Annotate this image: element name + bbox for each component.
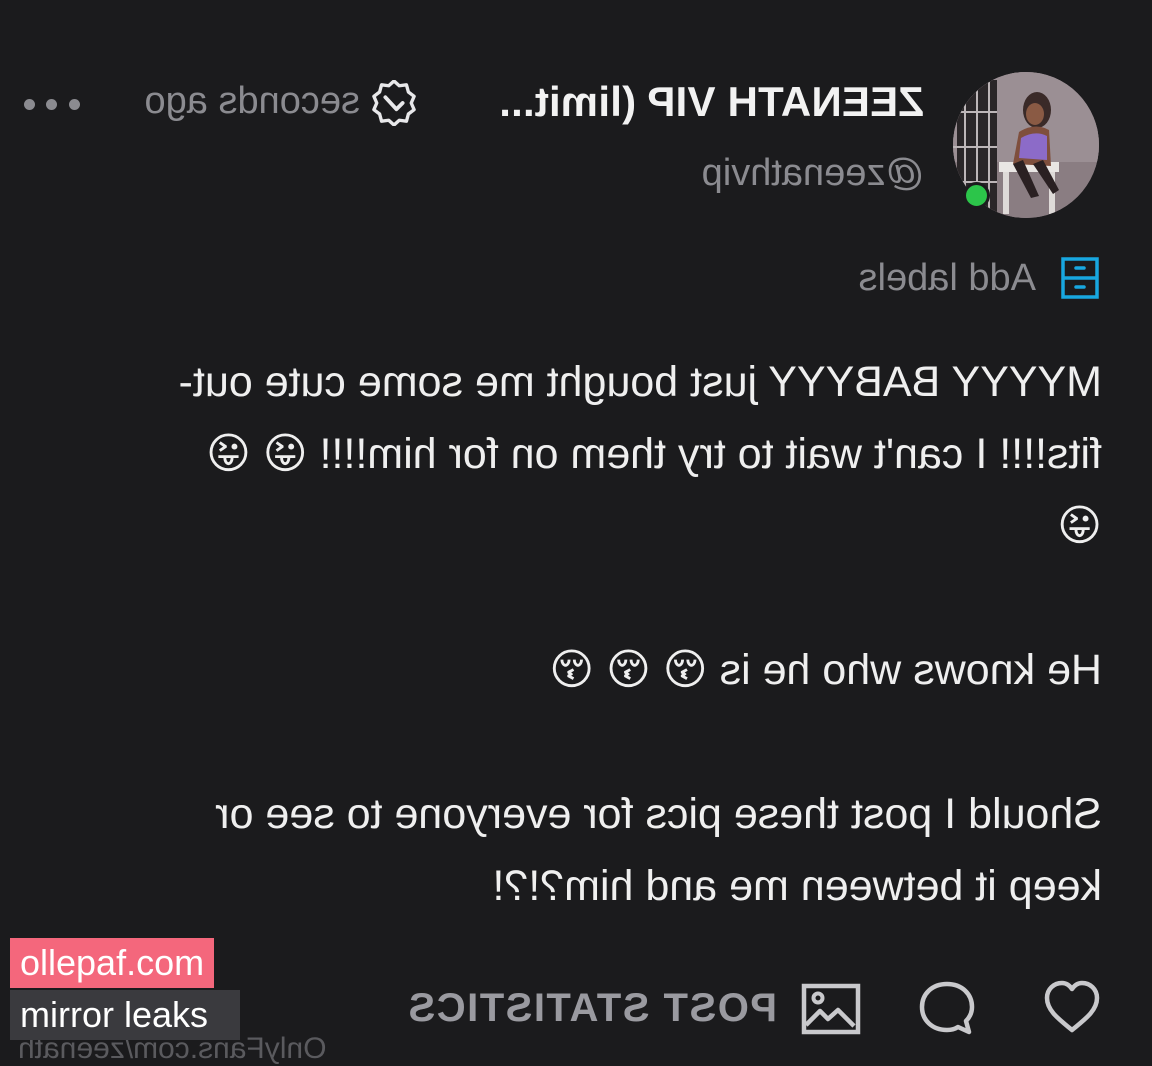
watermark-site: ollepaf.com (10, 938, 215, 988)
post-paragraph: MYYYY BABYYY just bought me some cute ou… (178, 358, 1102, 550)
author-username[interactable]: @zeenathvip (702, 152, 924, 195)
post-body: MYYYY BABYYY just bought me some cute ou… (72, 346, 1102, 922)
comment-icon[interactable] (917, 978, 977, 1038)
heart-icon[interactable] (1042, 978, 1102, 1038)
post-actions: POST STATISTICS (407, 978, 1102, 1040)
verified-badge-icon (372, 80, 416, 126)
watermark-tagline: mirror leaks (10, 990, 240, 1040)
add-labels-button[interactable]: Add labels (859, 256, 1100, 300)
more-options-button[interactable] (24, 86, 80, 122)
add-labels-label: Add labels (858, 256, 1036, 299)
post-timestamp: seconds ago (144, 80, 361, 122)
more-icon (69, 98, 80, 110)
post-statistics-button[interactable]: POST STATISTICS (407, 986, 777, 1031)
author-display-name[interactable]: ZEENATH VIP (limit... (499, 78, 924, 126)
post-card: ZEENATH VIP (limit... seconds ago @zeena… (0, 0, 1152, 1052)
post-paragraph: He knows who he is 😚 😚 😚 (549, 646, 1102, 694)
post-paragraph: Should I post these pics for everyone to… (215, 790, 1102, 910)
image-stats-icon[interactable] (800, 978, 862, 1038)
online-status-dot (963, 182, 990, 209)
labels-icon (1061, 257, 1099, 299)
